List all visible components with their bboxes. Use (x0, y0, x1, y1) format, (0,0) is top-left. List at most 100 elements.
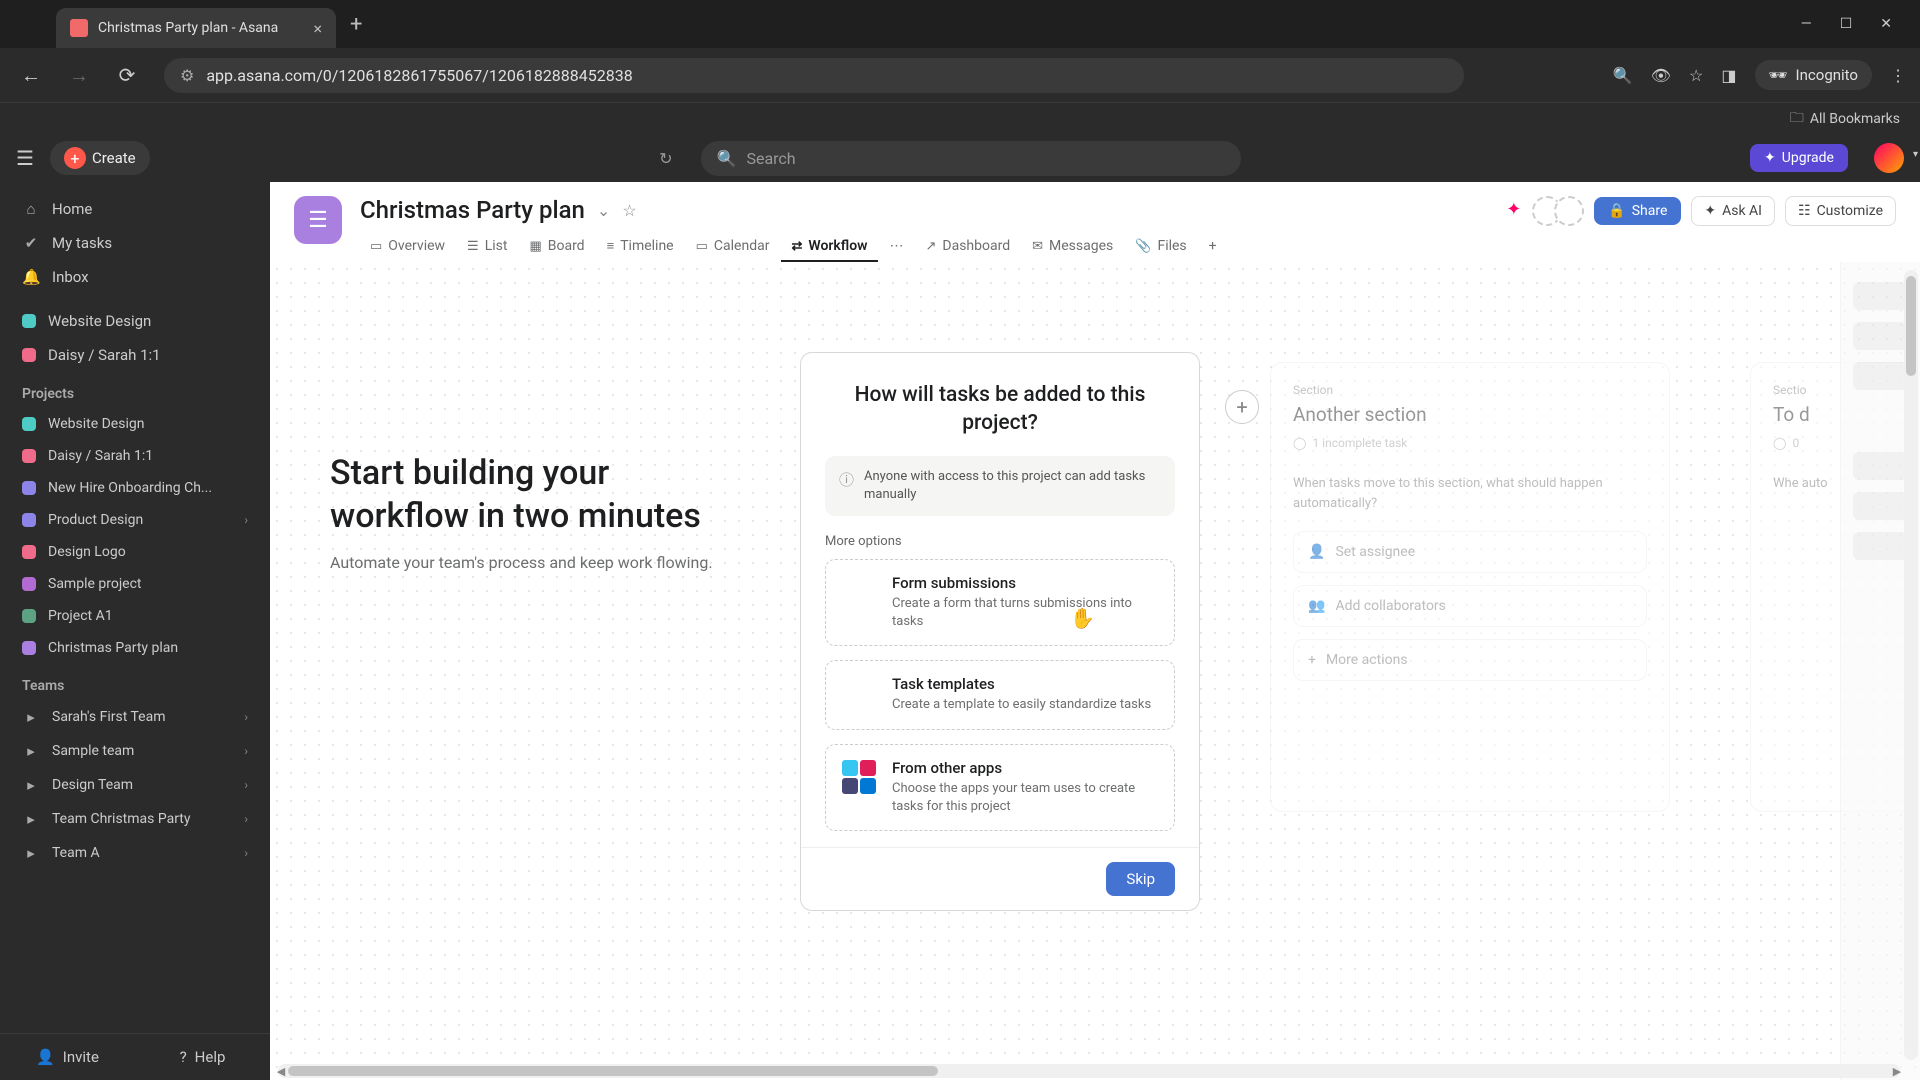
tab-workflow[interactable]: ⇄Workflow (781, 232, 877, 262)
add-tab-button[interactable]: + (1199, 232, 1227, 262)
sidebar-project-item[interactable]: Website Design (0, 408, 270, 440)
section-hint: When tasks move to this section, what sh… (1293, 474, 1647, 513)
sidebar-project-item[interactable]: Project A1 (0, 600, 270, 632)
chevron-down-icon[interactable]: ⌄ (597, 201, 610, 220)
sidebar: ⌂Home ✔My tasks 🔔Inbox Website DesignDai… (0, 182, 270, 1080)
sliders-icon: ☷ (1798, 203, 1811, 219)
plus-icon: + (1209, 238, 1217, 254)
sidebar-project-item[interactable]: Sample project (0, 568, 270, 600)
incognito-chip[interactable]: 🕶 Incognito (1755, 60, 1873, 90)
sidebar-inbox[interactable]: 🔔Inbox (0, 260, 270, 294)
star-icon[interactable]: ☆ (622, 201, 636, 220)
upgrade-button[interactable]: ✦ Upgrade (1750, 144, 1848, 172)
sidebar-team-item[interactable]: ▸Team Christmas Party› (0, 802, 270, 836)
tab-dashboard[interactable]: ↗Dashboard (916, 232, 1021, 262)
browser-tab[interactable]: Christmas Party plan - Asana × (56, 8, 336, 48)
workflow-canvas[interactable]: Start building your workflow in two minu… (270, 262, 1920, 1080)
tab-board[interactable]: ▦Board (519, 232, 594, 262)
sidebar-project-item[interactable]: Product Design› (0, 504, 270, 536)
site-settings-icon[interactable]: ⚙ (180, 66, 194, 85)
sidebar-item-label: Design Logo (48, 544, 126, 560)
tab-messages[interactable]: ✉Messages (1022, 232, 1123, 262)
help-button[interactable]: ?Help (135, 1034, 270, 1080)
eye-off-icon[interactable]: 👁 (1651, 66, 1671, 85)
close-tab-icon[interactable]: × (313, 19, 322, 38)
maximize-icon[interactable]: ☐ (1840, 16, 1853, 32)
forward-icon[interactable]: → (62, 58, 96, 92)
project-icon[interactable]: ☰ (294, 196, 342, 244)
share-button[interactable]: 🔒Share (1594, 197, 1681, 225)
customize-button[interactable]: ☷ Customize (1785, 196, 1896, 226)
search-placeholder: Search (746, 149, 795, 168)
check-circle-icon: ◯ (1773, 436, 1786, 450)
project-color-dot (22, 577, 36, 591)
sparkle-icon: ✦ (1764, 150, 1776, 166)
new-tab-button[interactable]: + (350, 12, 362, 37)
sidebar-team-item[interactable]: ▸Sample team› (0, 734, 270, 768)
hamburger-icon[interactable]: ☰ (16, 146, 34, 170)
all-bookmarks-button[interactable]: 🗀 All Bookmarks (1790, 107, 1900, 131)
sidebar-home[interactable]: ⌂Home (0, 192, 270, 226)
sidebar-project-item[interactable]: Daisy / Sarah 1:1 (0, 440, 270, 472)
check-icon: ✔ (22, 234, 40, 252)
side-panel-icon[interactable]: ◨ (1721, 66, 1736, 85)
tab-list[interactable]: ☰List (457, 232, 517, 262)
ask-ai-button[interactable]: ✦Ask AI (1691, 196, 1775, 226)
sidebar-project-item[interactable]: Design Logo (0, 536, 270, 568)
tab-files[interactable]: 📎Files (1125, 232, 1196, 262)
search-icon[interactable]: 🔍 (1613, 66, 1633, 85)
scroll-right-icon[interactable]: ▶ (1890, 1064, 1904, 1078)
skip-button[interactable]: Skip (1106, 862, 1175, 896)
sidebar-my-tasks[interactable]: ✔My tasks (0, 226, 270, 260)
user-avatar[interactable] (1874, 143, 1904, 173)
more-options-label: More options (825, 534, 1175, 549)
option-task-templates[interactable]: Task templatesCreate a template to easil… (825, 660, 1175, 729)
section-card-another[interactable]: Section Another section ◯1 incomplete ta… (1270, 362, 1670, 812)
sidebar-team-item[interactable]: ▸Design Team› (0, 768, 270, 802)
option-from-other-apps[interactable]: From other appsChoose the apps your team… (825, 744, 1175, 831)
project-color-dot (22, 481, 36, 495)
add-collaborators-action[interactable]: 👥Add collaborators (1293, 585, 1647, 627)
set-assignee-action[interactable]: 👤Set assignee (1293, 531, 1647, 573)
more-actions-action[interactable]: +More actions (1293, 639, 1647, 681)
back-icon[interactable]: ← (14, 58, 48, 92)
scroll-left-icon[interactable]: ◀ (274, 1064, 288, 1078)
search-input[interactable]: 🔍 Search (701, 141, 1241, 176)
history-icon[interactable]: ↻ (659, 149, 672, 168)
sidebar-item-label: Website Design (48, 416, 144, 432)
bookmark-star-icon[interactable]: ☆ (1689, 66, 1703, 85)
option-title: Task templates (892, 675, 1151, 693)
horizontal-scrollbar[interactable]: ◀ ▶ (278, 1064, 1900, 1078)
scrollbar-thumb[interactable] (288, 1066, 938, 1076)
section-count: ◯1 incomplete task (1293, 436, 1647, 450)
tab-icon: ▭ (696, 239, 708, 254)
people-icon: 👥 (1308, 598, 1325, 614)
member-avatars[interactable] (1540, 196, 1584, 226)
customize-label: Customize (1817, 203, 1883, 219)
tab-overview[interactable]: ▭Overview (360, 232, 455, 262)
sidebar-team-item[interactable]: ▸Team A› (0, 836, 270, 870)
create-button[interactable]: + Create (50, 141, 150, 175)
vertical-scrollbar[interactable] (1904, 270, 1918, 1060)
minimize-icon[interactable]: — (1801, 16, 1812, 32)
ai-sparkle-icon[interactable]: ✦ (1506, 199, 1530, 223)
tab-overflow[interactable]: ⋯ (880, 232, 914, 262)
sidebar-pinned-item[interactable]: Daisy / Sarah 1:1 (0, 338, 270, 372)
tab-calendar[interactable]: ▭Calendar (686, 232, 780, 262)
add-section-node[interactable]: + (1225, 390, 1259, 424)
close-window-icon[interactable]: ✕ (1880, 16, 1892, 32)
incognito-label: Incognito (1796, 66, 1858, 84)
option-form-submissions[interactable]: Form submissionsCreate a form that turns… (825, 559, 1175, 646)
kebab-menu-icon[interactable]: ⋮ (1890, 66, 1906, 85)
sidebar-team-item[interactable]: ▸Sarah's First Team› (0, 700, 270, 734)
url-bar[interactable]: ⚙ app.asana.com/0/1206182861755067/12061… (164, 58, 1464, 93)
tab-timeline[interactable]: ≡Timeline (597, 232, 684, 262)
sidebar-pinned-item[interactable]: Website Design (0, 304, 270, 338)
projects-heading: Projects (0, 372, 270, 408)
sidebar-project-item[interactable]: Christmas Party plan (0, 632, 270, 664)
reload-icon[interactable]: ⟳ (110, 58, 144, 92)
sidebar-project-item[interactable]: New Hire Onboarding Ch... (0, 472, 270, 504)
scrollbar-thumb[interactable] (1906, 276, 1916, 376)
nav-bar: ← → ⟳ ⚙ app.asana.com/0/1206182861755067… (0, 48, 1920, 102)
invite-button[interactable]: 👤Invite (0, 1034, 135, 1080)
